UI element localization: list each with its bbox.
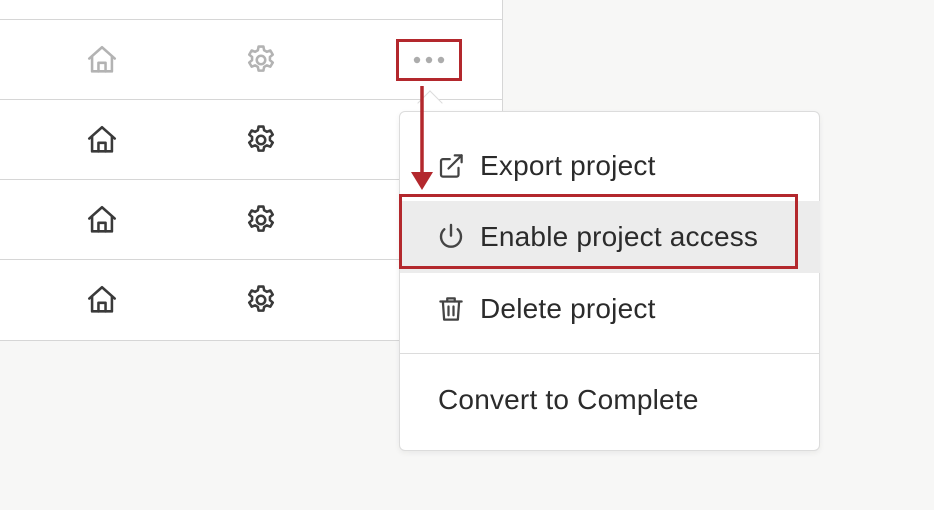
settings-button[interactable] <box>231 100 291 180</box>
annotation-arrow <box>411 86 433 190</box>
menu-item-enable-project-access[interactable]: Enable project access <box>400 201 820 273</box>
menu-item-label: Enable project access <box>480 221 759 252</box>
menu-item-label: Export project <box>480 150 656 181</box>
gear-icon <box>244 203 278 237</box>
more-actions-button[interactable] <box>396 39 462 81</box>
ellipsis-icon <box>412 55 446 65</box>
home-button[interactable] <box>72 100 132 180</box>
gear-icon <box>244 43 278 77</box>
home-button[interactable] <box>72 260 132 340</box>
home-icon <box>85 43 119 77</box>
home-icon <box>85 123 119 157</box>
home-button[interactable] <box>72 180 132 260</box>
settings-button[interactable] <box>231 260 291 340</box>
menu-item-delete-project[interactable]: Delete project <box>400 273 820 345</box>
gear-icon <box>244 123 278 157</box>
settings-button[interactable] <box>231 180 291 260</box>
menu-item-convert-to-complete[interactable]: Convert to Complete <box>400 364 820 436</box>
menu-divider <box>400 353 820 354</box>
trash-icon <box>434 292 468 326</box>
gear-icon <box>244 283 278 317</box>
power-icon <box>434 220 468 254</box>
menu-item-export-project[interactable]: Export project <box>400 130 820 202</box>
menu-item-label: Convert to Complete <box>438 384 699 415</box>
home-button[interactable] <box>72 20 132 100</box>
menu-item-label: Delete project <box>480 293 656 324</box>
screen: Export project Enable project access Del… <box>0 0 934 510</box>
home-icon <box>85 283 119 317</box>
project-actions-menu: Export project Enable project access Del… <box>399 111 820 451</box>
home-icon <box>85 203 119 237</box>
settings-button[interactable] <box>231 20 291 100</box>
